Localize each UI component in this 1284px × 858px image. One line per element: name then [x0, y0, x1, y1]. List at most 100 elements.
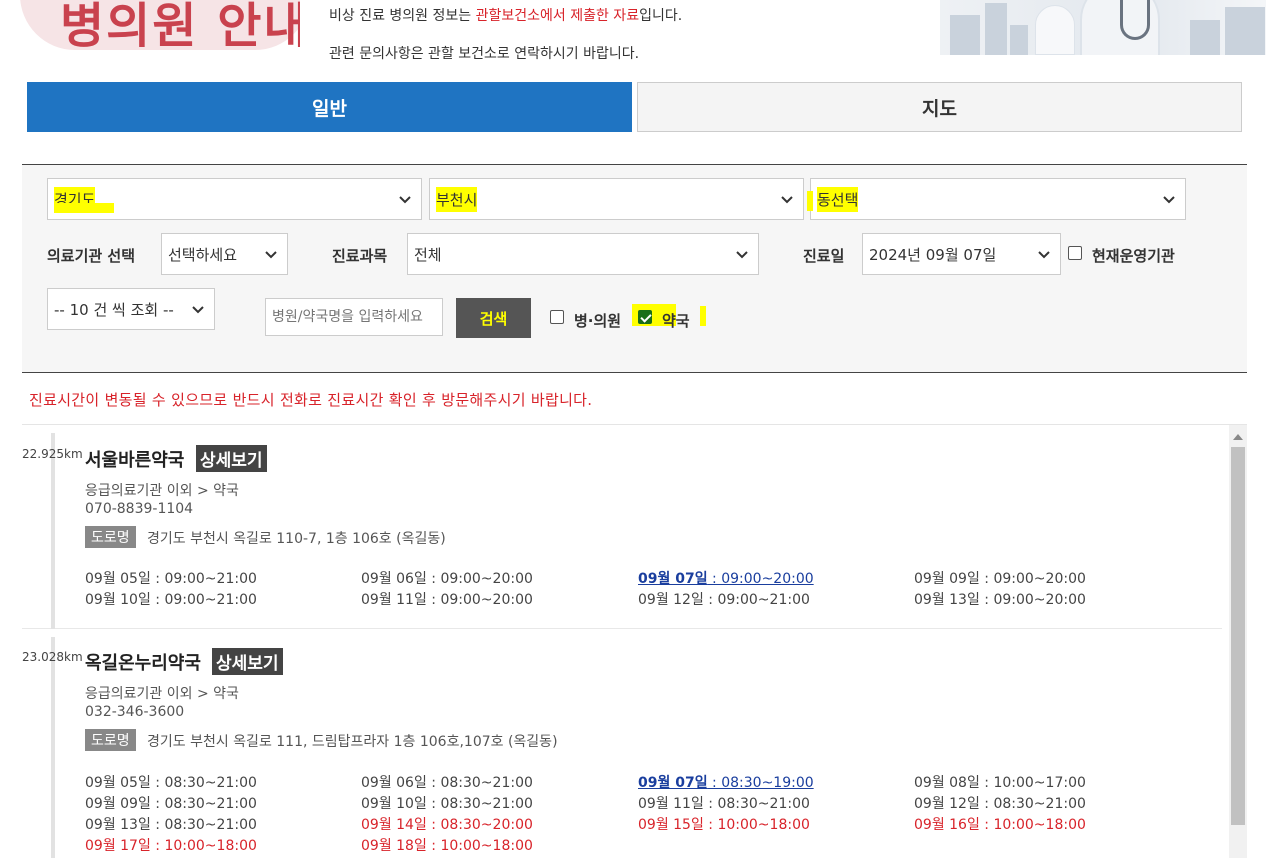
hours-day: 09월 06일 — [361, 775, 427, 791]
pharmacy-name[interactable]: 서울바른약국 — [85, 446, 184, 472]
hours-time: : 10:00~17:00 — [979, 775, 1086, 791]
logo-text: 병의원 안내 — [60, 0, 300, 50]
hours-time: : 08:30~20:00 — [426, 817, 533, 833]
hours-time: : 09:00~20:00 — [426, 571, 533, 587]
hours-day: 09월 11일 — [638, 796, 704, 812]
hours-day: 09월 12일 — [638, 592, 704, 608]
tab-general[interactable]: 일반 — [27, 82, 632, 132]
hours-entry: 09월 13일 : 08:30~21:00 — [85, 814, 257, 834]
city-value: 부천시 — [436, 186, 478, 212]
hours-day: 09월 10일 — [361, 796, 427, 812]
building-shape — [1225, 7, 1265, 55]
department-label: 진료과목 — [332, 247, 388, 265]
department-value: 전체 — [414, 245, 442, 264]
notice-text-pre: 비상 진료 병의원 정보는 — [329, 8, 476, 24]
building-shape — [985, 3, 1007, 55]
hours-day: 09월 12일 — [914, 796, 980, 812]
distance: 23.028km — [22, 650, 83, 664]
department-select[interactable]: 전체 — [407, 233, 759, 275]
hours-entry: 09월 09일 : 09:00~20:00 — [914, 568, 1086, 588]
road-address-badge: 도로명 — [85, 729, 136, 751]
detail-button[interactable]: 상세보기 — [196, 445, 267, 472]
date-value: 2024년 09월 07일 — [869, 245, 997, 264]
hours-day: 09월 14일 — [361, 817, 427, 833]
chevron-down-icon — [399, 196, 411, 204]
hours-entry-today[interactable]: 09월 07일 : 09:00~20:00 — [638, 568, 814, 588]
stethoscope-icon — [1120, 0, 1150, 40]
scroll-thumb[interactable] — [1231, 447, 1245, 825]
dong-value: 동선택 — [817, 186, 859, 212]
highlight-mark — [54, 203, 114, 213]
building-shape — [950, 15, 980, 55]
hours-time: : 09:00~20:00 — [979, 592, 1086, 608]
hours-time: : 08:30~21:00 — [703, 796, 810, 812]
pharmacy-name[interactable]: 옥길온누리약국 — [85, 649, 201, 675]
results-scrollbar[interactable] — [1229, 425, 1247, 858]
hours-entry-holiday: 09월 15일 : 10:00~18:00 — [638, 814, 810, 834]
hours-entry: 09월 05일 : 09:00~21:00 — [85, 568, 257, 588]
institution-select[interactable]: 선택하세요 — [161, 233, 288, 275]
highlight-mark — [807, 191, 813, 211]
hours-time: : 08:30~21:00 — [150, 817, 257, 833]
hours-day: 09월 16일 — [914, 817, 980, 833]
hours-time: : 09:00~20:00 — [707, 571, 814, 587]
chevron-down-icon — [1163, 196, 1175, 204]
open-now-label: 현재운영기관 — [1092, 247, 1175, 265]
hours-entry-today[interactable]: 09월 07일 : 08:30~19:00 — [638, 772, 814, 792]
date-select[interactable]: 2024년 09월 07일 — [862, 233, 1061, 275]
scroll-up-arrow-icon[interactable] — [1233, 434, 1243, 440]
hours-day: 09월 05일 — [85, 571, 151, 587]
hours-time: : 08:30~19:00 — [707, 775, 814, 791]
hours-entry: 09월 06일 : 08:30~21:00 — [361, 772, 533, 792]
hours-day: 09월 17일 — [85, 838, 151, 854]
pharmacy-checkbox[interactable] — [638, 310, 652, 324]
hours-day: 09월 05일 — [85, 775, 151, 791]
hours-day: 09월 11일 — [361, 592, 427, 608]
hours-time: : 08:30~21:00 — [150, 775, 257, 791]
dong-select[interactable]: 동선택 — [807, 178, 1186, 220]
notice-line-2: 관련 문의사항은 관할 보건소로 연락하시기 바랍니다. — [329, 46, 640, 62]
hours-entry: 09월 09일 : 08:30~21:00 — [85, 793, 257, 813]
hours-day: 09월 07일 — [638, 775, 708, 791]
hours-time: : 10:00~18:00 — [703, 817, 810, 833]
hours-day: 09월 06일 — [361, 571, 427, 587]
list-item: 23.028km 옥길온누리약국 상세보기 응급의료기관 이외 > 약국 032… — [22, 629, 1222, 858]
notice-text-post: 입니다. — [639, 8, 683, 24]
hospital-checkbox[interactable] — [550, 310, 564, 324]
hours-entry-holiday: 09월 18일 : 10:00~18:00 — [361, 835, 533, 855]
hours-time: : 09:00~21:00 — [150, 592, 257, 608]
hours-entry: 09월 13일 : 09:00~20:00 — [914, 589, 1086, 609]
search-panel: 경기도 부천시 동선택 의료기관 선택 선택하세요 진료과목 전체 진료일 20… — [22, 164, 1247, 373]
city-select[interactable]: 부천시 — [429, 178, 804, 220]
detail-button[interactable]: 상세보기 — [212, 648, 283, 675]
pharmacy-phone: 032-346-3600 — [85, 704, 185, 720]
notice-line-1: 비상 진료 병의원 정보는 관할보건소에서 제출한 자료입니다. — [329, 5, 682, 25]
highlight-mark — [700, 306, 706, 326]
province-select[interactable]: 경기도 — [47, 178, 422, 220]
hours-entry-holiday: 09월 17일 : 10:00~18:00 — [85, 835, 257, 855]
hours-entry-holiday: 09월 14일 : 08:30~20:00 — [361, 814, 533, 834]
hours-day: 09월 09일 — [85, 796, 151, 812]
chevron-down-icon — [192, 306, 204, 314]
hours-entry: 09월 11일 : 09:00~20:00 — [361, 589, 533, 609]
hospital-label: 병·의원 — [574, 312, 622, 330]
pharmacy-address: 경기도 부천시 옥길로 110-7, 1층 106호 (옥길동) — [147, 531, 446, 547]
hours-time: : 09:00~21:00 — [703, 592, 810, 608]
hours-day: 09월 09일 — [914, 571, 980, 587]
name-search-input[interactable] — [265, 298, 443, 336]
pharmacy-category: 응급의료기관 이외 > 약국 — [85, 483, 239, 499]
tab-map[interactable]: 지도 — [637, 82, 1242, 132]
hours-day: 09월 07일 — [638, 571, 708, 587]
hours-day: 09월 10일 — [85, 592, 151, 608]
pharmacy-phone: 070-8839-1104 — [85, 501, 194, 517]
hours-entry: 09월 05일 : 08:30~21:00 — [85, 772, 257, 792]
doctor-figure — [1035, 5, 1075, 55]
institution-value: 선택하세요 — [168, 245, 238, 264]
hours-entry: 09월 10일 : 09:00~21:00 — [85, 589, 257, 609]
open-now-checkbox[interactable] — [1068, 246, 1082, 260]
hours-entry: 09월 10일 : 08:30~21:00 — [361, 793, 533, 813]
pharmacy-label: 약국 — [662, 312, 690, 330]
search-button[interactable]: 검색 — [456, 298, 531, 338]
hours-time: : 10:00~18:00 — [426, 838, 533, 854]
page-size-select[interactable]: -- 10 건 씩 조회 -- — [47, 288, 215, 330]
